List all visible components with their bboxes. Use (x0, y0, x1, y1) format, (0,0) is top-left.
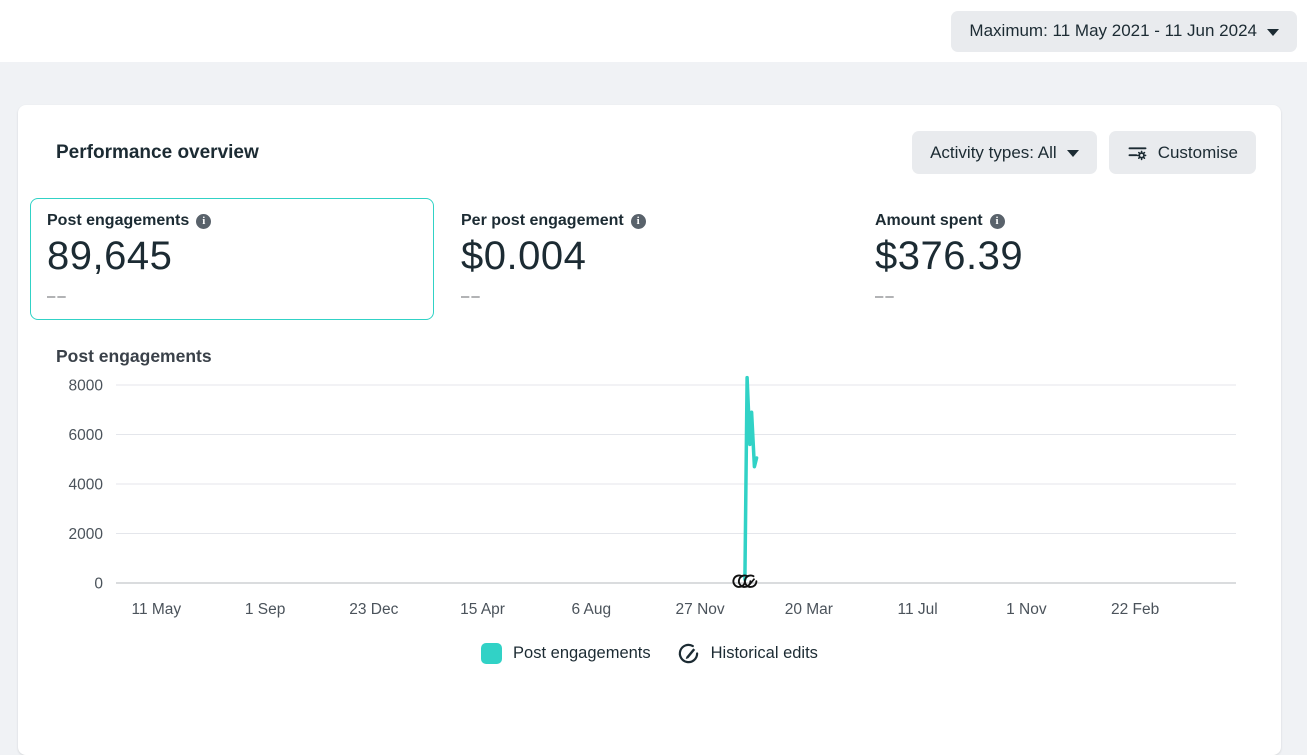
svg-text:2000: 2000 (69, 526, 104, 543)
metric-card-post-engagements[interactable]: Post engagements i 89,645 –– (30, 198, 434, 320)
svg-text:27 Nov: 27 Nov (676, 601, 725, 618)
svg-text:11 Jul: 11 Jul (897, 601, 937, 618)
date-range-label: Maximum: 11 May 2021 - 11 Jun 2024 (969, 21, 1257, 40)
svg-text:15 Apr: 15 Apr (460, 601, 505, 618)
header-actions: Activity types: All Customise (912, 131, 1256, 174)
svg-text:23 Dec: 23 Dec (349, 601, 398, 618)
svg-text:22 Feb: 22 Feb (1111, 601, 1159, 618)
caret-down-icon (1066, 150, 1079, 157)
engagement-chart[interactable]: 0 2000 4000 6000 8000 11 May 1 Sep 23 Dec 15 Apr… (18, 373, 1281, 630)
svg-text:6 Aug: 6 Aug (571, 601, 611, 618)
engagement-chart-svg[interactable]: 0 2000 4000 6000 8000 11 May 1 Sep 23 Dec 15 Apr… (36, 373, 1262, 625)
chart-legend: Post engagements Historical edits (18, 642, 1281, 665)
customise-label: Customise (1157, 142, 1238, 162)
metric-delta: –– (461, 288, 482, 305)
svg-text:4000: 4000 (69, 477, 104, 494)
metric-card-amount-spent[interactable]: Amount spent i $376.39 –– (858, 198, 1262, 320)
page-title: Performance overview (56, 141, 259, 163)
svg-text:11 May: 11 May (131, 601, 181, 618)
activity-types-dropdown[interactable]: Activity types: All (912, 131, 1097, 174)
metric-delta: –– (875, 288, 896, 305)
svg-text:6000: 6000 (69, 427, 104, 444)
top-bar: Maximum: 11 May 2021 - 11 Jun 2024 (0, 0, 1307, 62)
caret-down-icon (1267, 28, 1279, 36)
performance-overview-panel: Performance overview Activity types: All (18, 105, 1281, 755)
metric-delta: –– (47, 288, 68, 305)
metric-value: $376.39 (875, 234, 1024, 278)
activity-types-label: Activity types: All (930, 142, 1057, 162)
pencil-circle-icon (677, 642, 700, 665)
metric-label: Post engagements (47, 212, 190, 229)
legend-label: Post engagements (513, 644, 651, 662)
metric-cards-row: Post engagements i 89,645 –– Per post en… (30, 198, 1262, 320)
legend-label: Historical edits (710, 644, 818, 662)
svg-text:8000: 8000 (69, 378, 104, 395)
metric-value: 89,645 (47, 234, 173, 278)
customise-button[interactable]: Customise (1108, 131, 1256, 174)
info-icon[interactable]: i (989, 213, 1005, 229)
info-icon[interactable]: i (630, 213, 646, 229)
metric-card-per-post-engagement[interactable]: Per post engagement i $0.004 –– (444, 198, 848, 320)
metric-value: $0.004 (461, 234, 587, 278)
series-swatch-icon (481, 643, 503, 664)
panel-header: Performance overview Activity types: All (18, 131, 1281, 174)
metric-label: Amount spent (875, 212, 983, 229)
sliders-gear-icon (1127, 142, 1148, 163)
legend-item-post-engagements: Post engagements (481, 643, 651, 664)
svg-text:20 Mar: 20 Mar (785, 601, 833, 618)
info-icon[interactable]: i (196, 213, 212, 229)
metric-label: Per post engagement (461, 212, 624, 229)
legend-item-historical-edits: Historical edits (677, 642, 818, 665)
svg-text:1 Sep: 1 Sep (245, 601, 286, 618)
svg-text:0: 0 (94, 576, 103, 593)
chart-title: Post engagements (56, 346, 212, 366)
date-range-selector[interactable]: Maximum: 11 May 2021 - 11 Jun 2024 (951, 10, 1297, 52)
svg-text:1 Nov: 1 Nov (1006, 601, 1047, 618)
